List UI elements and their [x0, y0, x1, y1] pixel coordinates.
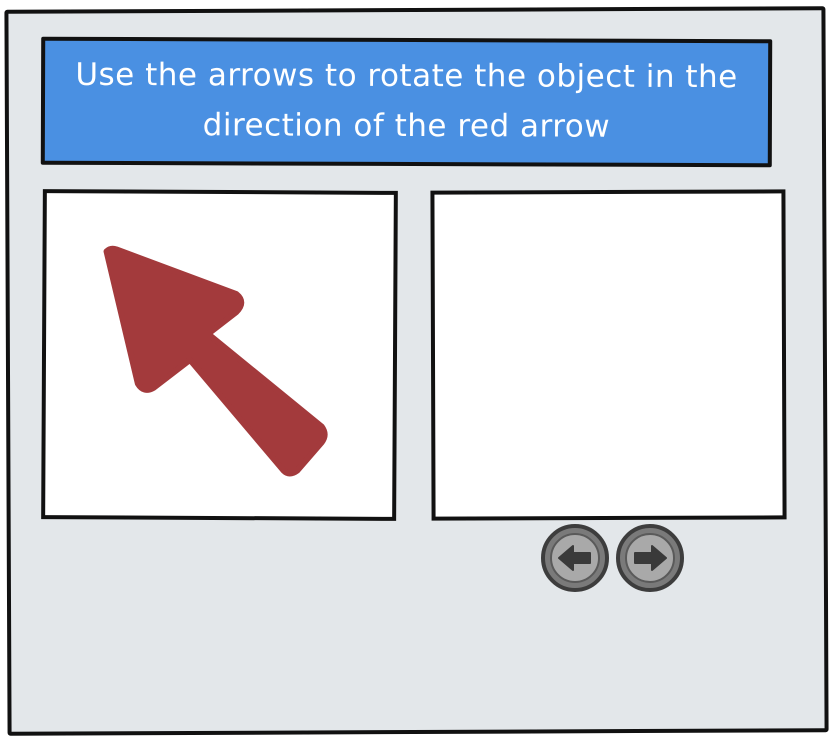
rotate-left-inner: [550, 533, 600, 583]
rotation-controls: [541, 524, 684, 592]
rotate-left-button[interactable]: [541, 524, 609, 592]
arrow-left-icon: [558, 545, 591, 571]
red-arrow-icon: [103, 245, 328, 477]
rotate-right-button[interactable]: [616, 524, 684, 592]
workspace-panel[interactable]: [430, 189, 787, 521]
target-panel: [41, 189, 398, 521]
arrow-right-icon: [634, 545, 667, 571]
rotate-right-inner: [625, 533, 675, 583]
instruction-text: Use the arrows to rotate the object in t…: [75, 57, 738, 145]
instruction-banner: Use the arrows to rotate the object in t…: [40, 36, 773, 168]
